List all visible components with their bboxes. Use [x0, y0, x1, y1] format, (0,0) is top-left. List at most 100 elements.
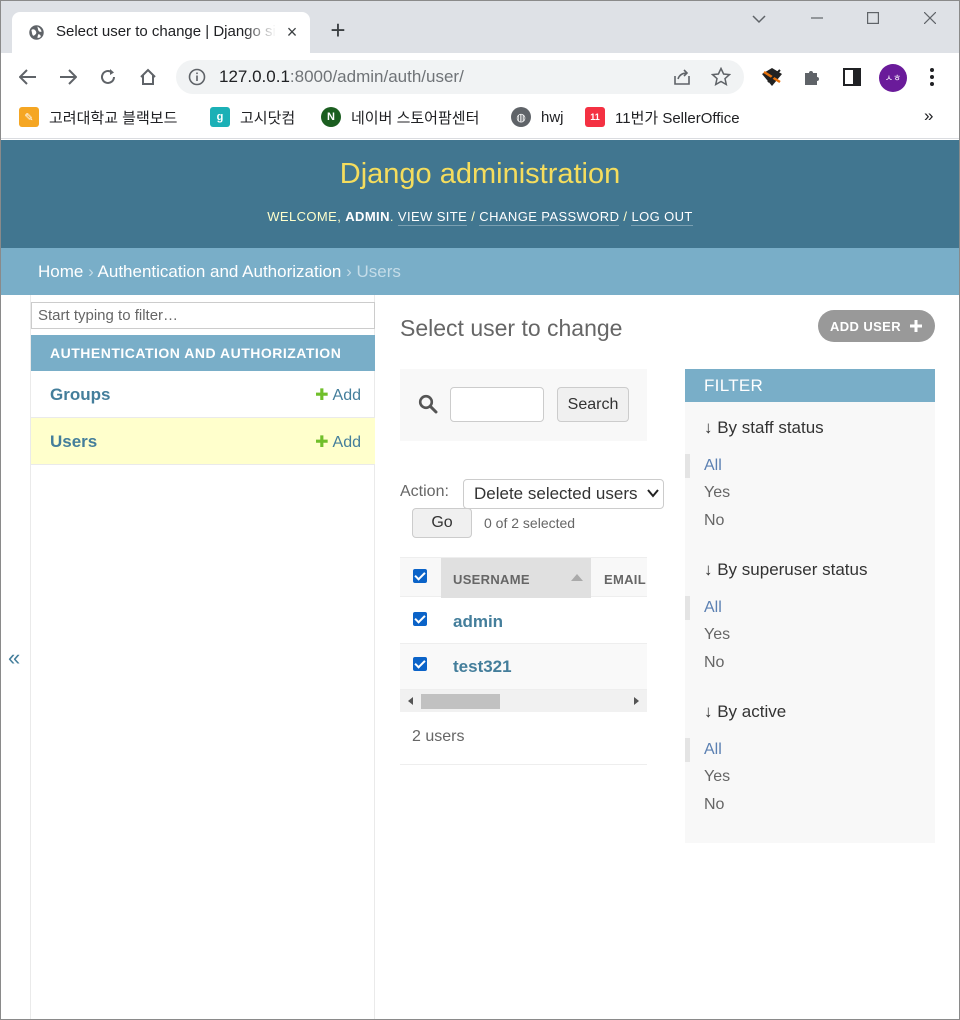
- site-branding[interactable]: Django administration: [0, 158, 960, 191]
- bookmark-label: hwj: [541, 108, 564, 126]
- row-checkbox[interactable]: [413, 612, 427, 626]
- filter-option-no[interactable]: No: [704, 796, 724, 814]
- bookmark-item[interactable]: ✎ 고려대학교 블랙보드: [19, 106, 177, 128]
- filter-option-all[interactable]: All: [685, 596, 722, 620]
- browser-toolbar: 127.0.0.1:8000/admin/auth/user/ ㅅㅎ: [0, 53, 960, 100]
- address-bar[interactable]: 127.0.0.1:8000/admin/auth/user/: [176, 60, 744, 94]
- browser-tab-active[interactable]: Select user to change | Django site admi…: [12, 12, 310, 53]
- extension-tool-icon[interactable]: [760, 65, 784, 89]
- filter-option-yes[interactable]: Yes: [704, 626, 730, 644]
- search-button[interactable]: Search: [557, 387, 629, 422]
- filter-option-all[interactable]: All: [685, 738, 722, 762]
- groups-link[interactable]: Groups: [50, 385, 110, 405]
- scroll-left-icon[interactable]: [408, 697, 413, 705]
- bookmark-item[interactable]: 11 11번가 SellerOffice: [585, 106, 740, 128]
- plus-icon: [910, 320, 923, 332]
- bookmarks-overflow-button[interactable]: »: [924, 106, 933, 126]
- sort-ascending-icon[interactable]: [571, 574, 583, 581]
- filter-option-no[interactable]: No: [704, 654, 724, 672]
- globe-icon: ◍: [511, 107, 531, 127]
- bookmark-star-icon[interactable]: [711, 67, 731, 87]
- chevron-down-icon: [647, 489, 659, 498]
- filter-option-all[interactable]: All: [685, 454, 722, 478]
- app-caption-auth[interactable]: AUTHENTICATION AND AUTHORIZATION: [31, 335, 375, 371]
- minimize-icon[interactable]: [805, 8, 829, 32]
- back-icon[interactable]: [14, 63, 42, 91]
- filter-option-yes[interactable]: Yes: [704, 484, 730, 502]
- table-header: USERNAME EMAIL: [400, 557, 647, 598]
- view-site-link[interactable]: VIEW SITE: [397, 209, 468, 226]
- select-all-checkbox[interactable]: [413, 569, 427, 583]
- sidebar-toggle-button[interactable]: «: [8, 645, 20, 671]
- new-tab-icon[interactable]: +: [327, 17, 349, 43]
- users-add-link[interactable]: ✚ Add: [315, 432, 361, 452]
- groups-add-link[interactable]: ✚ Add: [315, 385, 361, 405]
- action-label: Action:: [400, 483, 449, 500]
- filter-title-active[interactable]: ↓ By active: [704, 702, 786, 722]
- reload-icon[interactable]: [94, 63, 122, 91]
- column-email[interactable]: EMAIL: [604, 572, 646, 587]
- add-user-button[interactable]: ADD USER: [818, 310, 935, 342]
- filter-option-no[interactable]: No: [704, 512, 724, 530]
- browser-tab-strip: Select user to change | Django site admi…: [0, 0, 960, 53]
- bookmark-label: 11번가 SellerOffice: [615, 109, 740, 127]
- changelist-filter: FILTER ↓ By staff status All Yes No ↓ By…: [685, 369, 935, 843]
- go-button[interactable]: Go: [412, 508, 472, 538]
- change-password-link[interactable]: CHANGE PASSWORD: [479, 209, 620, 226]
- side-panel-icon[interactable]: [840, 65, 864, 89]
- url-text: 127.0.0.1:8000/admin/auth/user/: [219, 67, 464, 86]
- table-row: admin: [400, 598, 647, 644]
- filter-title-superuser[interactable]: ↓ By superuser status: [704, 560, 867, 580]
- tab-search-chevron-icon[interactable]: [747, 8, 771, 32]
- scrollbar-thumb[interactable]: [421, 694, 500, 709]
- naver-store-icon: N: [321, 107, 341, 127]
- log-out-link[interactable]: LOG OUT: [631, 209, 693, 226]
- username-link[interactable]: admin: [453, 612, 503, 632]
- sidebar-filter-input[interactable]: [31, 302, 375, 329]
- filter-option-yes[interactable]: Yes: [704, 768, 730, 786]
- action-select[interactable]: Delete selected users: [463, 479, 664, 509]
- bookmark-label: 고시닷컴: [240, 109, 296, 127]
- search-input[interactable]: [450, 387, 544, 422]
- filter-title-staff[interactable]: ↓ By staff status: [704, 418, 824, 438]
- sidebar-item-groups: Groups ✚ Add: [31, 371, 375, 418]
- bookmark-item[interactable]: N 네이버 스토어팜센터: [321, 106, 479, 128]
- admin-header: Django administration WELCOME, ADMIN. VI…: [0, 140, 960, 248]
- plus-icon: ✚: [315, 434, 329, 451]
- breadcrumb: Home › Authentication and Authorization …: [0, 248, 960, 295]
- horizontal-scrollbar[interactable]: [400, 690, 647, 712]
- forward-icon[interactable]: [54, 63, 82, 91]
- close-window-icon[interactable]: [918, 8, 942, 32]
- search-toolbar: Search: [400, 369, 647, 441]
- selected-count: 0 of 2 selected: [484, 515, 576, 531]
- plus-icon: ✚: [315, 387, 329, 404]
- globe-icon: [29, 25, 44, 40]
- users-link[interactable]: Users: [50, 432, 97, 452]
- info-icon[interactable]: [188, 68, 206, 86]
- welcome-text: WELCOME,: [267, 209, 346, 224]
- user-tools: WELCOME, ADMIN. VIEW SITE / CHANGE PASSW…: [267, 209, 693, 226]
- profile-avatar[interactable]: ㅅㅎ: [879, 64, 907, 92]
- menu-kebab-icon[interactable]: [920, 65, 944, 89]
- page-title: Select user to change: [400, 315, 623, 341]
- filter-heading: FILTER: [685, 369, 935, 402]
- column-username[interactable]: USERNAME: [441, 558, 591, 598]
- search-icon: [418, 394, 438, 414]
- bookmark-item[interactable]: ◍ hwj: [511, 106, 564, 128]
- username-link[interactable]: test321: [453, 657, 512, 677]
- bookmark-label: 네이버 스토어팜센터: [351, 109, 480, 127]
- home-icon[interactable]: [134, 63, 162, 91]
- breadcrumb-current: Users: [356, 262, 401, 281]
- maximize-icon[interactable]: [861, 8, 885, 32]
- row-checkbox[interactable]: [413, 657, 427, 671]
- scroll-right-icon[interactable]: [634, 697, 639, 705]
- share-icon[interactable]: [672, 67, 692, 87]
- breadcrumb-home[interactable]: Home: [38, 262, 83, 281]
- breadcrumb-app[interactable]: Authentication and Authorization: [98, 262, 342, 281]
- sidebar-item-users: Users ✚ Add: [31, 418, 375, 465]
- 11st-icon: 11: [585, 107, 605, 127]
- bookmark-item[interactable]: g 고시닷컴: [210, 106, 295, 128]
- extensions-puzzle-icon[interactable]: [800, 65, 824, 89]
- nav-sidebar: AUTHENTICATION AND AUTHORIZATION Groups …: [30, 295, 375, 1020]
- tab-close-icon[interactable]: ×: [283, 23, 301, 41]
